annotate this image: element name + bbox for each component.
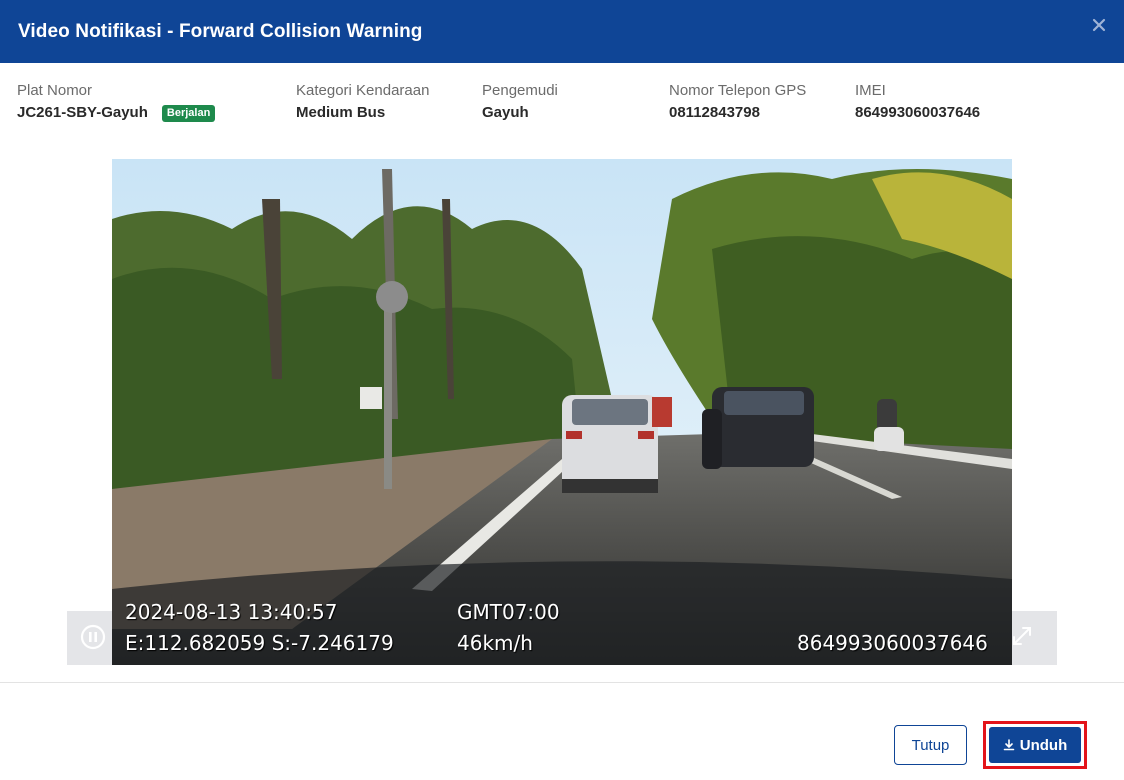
footer-divider	[0, 682, 1124, 683]
download-label: Unduh	[1019, 736, 1068, 754]
driver-value: Gayuh	[482, 104, 529, 121]
driver-info: Pengemudi Gayuh	[482, 82, 558, 122]
driver-label: Pengemudi	[482, 82, 558, 99]
video-timezone: GMT07:00	[457, 600, 560, 624]
vehicle-info: Plat Nomor JC261-SBY-Gayuh Berjalan Kate…	[0, 82, 1124, 132]
plate-label: Plat Nomor	[17, 82, 93, 99]
video-notification-modal: Video Notifikasi - Forward Collision War…	[0, 0, 1124, 780]
plate-value: JC261-SBY-Gayuh	[17, 104, 148, 121]
imei-value: 864993060037646	[855, 104, 981, 121]
modal-header: Video Notifikasi - Forward Collision War…	[0, 0, 1124, 63]
video-coords: E:112.682059 S:-7.246179	[125, 631, 394, 655]
pause-icon[interactable]	[80, 624, 106, 650]
expand-icon[interactable]	[1011, 625, 1033, 647]
video-player: 2024-08-13 13:40:57 GMT07:00 E:112.68205…	[67, 159, 1057, 665]
imei-info: IMEI 864993060037646	[855, 82, 980, 122]
category-label: Kategori Kendaraan	[296, 82, 430, 99]
plate-info: Plat Nomor JC261-SBY-Gayuh Berjalan	[17, 82, 216, 122]
category-value: Medium Bus	[296, 104, 386, 121]
download-button[interactable]: Unduh	[989, 727, 1081, 763]
status-badge: Berjalan	[161, 104, 216, 122]
imei-label: IMEI	[855, 82, 886, 99]
dashcam-frame	[112, 159, 1012, 665]
video-datetime: 2024-08-13 13:40:57	[125, 600, 338, 624]
download-icon	[1003, 739, 1015, 751]
phone-value: 08112843798	[669, 104, 760, 121]
category-info: Kategori Kendaraan Medium Bus	[296, 82, 429, 122]
video-device-id: 864993060037646	[797, 631, 988, 655]
video-speed: 46km/h	[457, 631, 533, 655]
phone-label: Nomor Telepon GPS	[669, 82, 807, 99]
download-highlight: Unduh	[983, 721, 1087, 769]
modal-title: Video Notifikasi - Forward Collision War…	[18, 20, 423, 42]
close-icon[interactable]	[1090, 16, 1108, 34]
close-button[interactable]: Tutup	[894, 725, 967, 765]
dashcam-video[interactable]: 2024-08-13 13:40:57 GMT07:00 E:112.68205…	[112, 159, 1012, 665]
phone-info: Nomor Telepon GPS 08112843798	[669, 82, 806, 122]
